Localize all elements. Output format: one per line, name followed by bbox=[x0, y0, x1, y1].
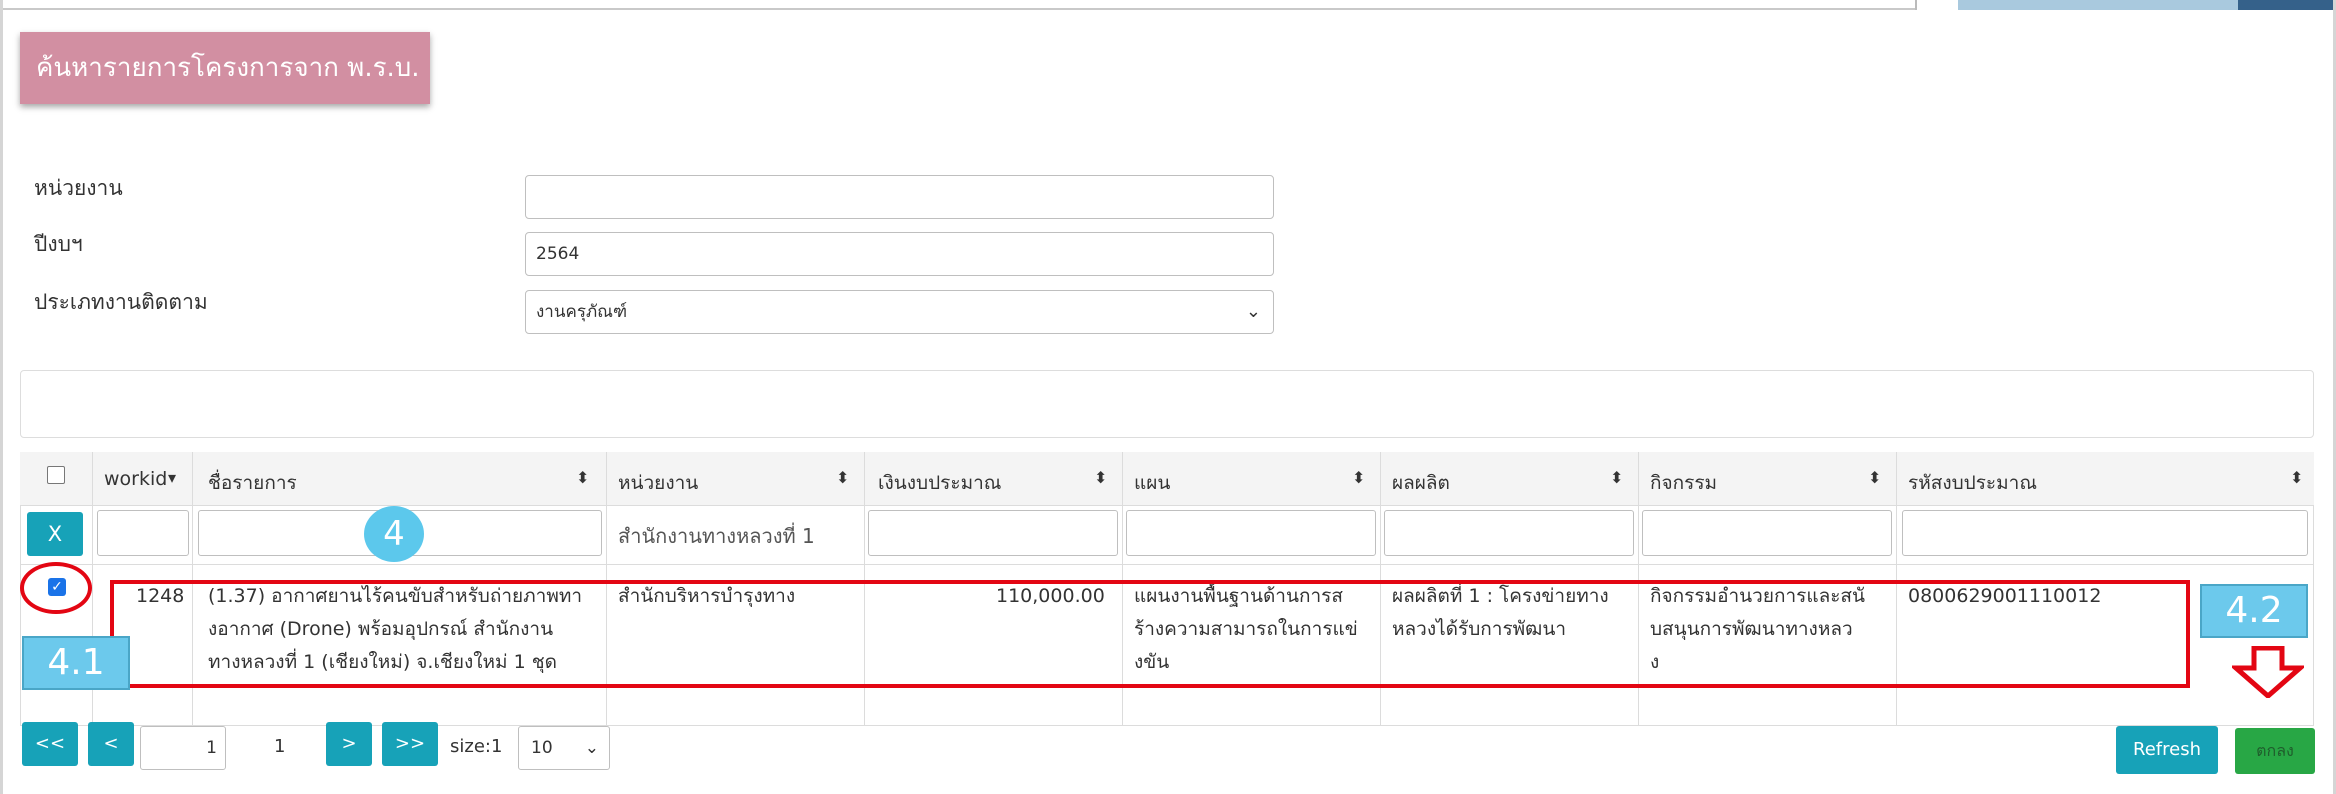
step-4-1-badge: 4.1 bbox=[22, 636, 130, 690]
top-right-divider bbox=[1915, 0, 1917, 10]
pager-next-button[interactable]: > bbox=[326, 722, 372, 766]
filter-plan-input[interactable] bbox=[1126, 510, 1376, 556]
sort-icon[interactable]: ⬍ bbox=[1868, 468, 1881, 487]
sort-icon[interactable]: ⬍ bbox=[1610, 468, 1623, 487]
arrow-down-icon bbox=[2232, 646, 2304, 698]
pager-first-button[interactable]: << bbox=[22, 722, 78, 766]
left-edge bbox=[0, 0, 3, 794]
header-plan[interactable]: แผน bbox=[1134, 468, 1170, 498]
pager-last-button[interactable]: >> bbox=[382, 722, 438, 766]
filter-unit-value: สำนักงานทางหลวงที่ 1 bbox=[618, 524, 815, 548]
header-budget[interactable]: เงินงบประมาณ bbox=[878, 468, 1001, 498]
filter-row-divider bbox=[20, 564, 2314, 565]
clear-filter-button[interactable]: X bbox=[27, 512, 83, 556]
chevron-down-icon: ⌄ bbox=[1245, 301, 1261, 322]
ok-button[interactable]: ตกลง bbox=[2235, 728, 2315, 774]
filter-budget-input[interactable] bbox=[868, 510, 1118, 556]
header-unit[interactable]: หน่วยงาน bbox=[618, 468, 698, 498]
highlight-row-box bbox=[110, 580, 2190, 688]
page-size-value: 10 bbox=[531, 738, 553, 758]
chevron-down-icon: ⌄ bbox=[584, 738, 599, 758]
pager-page-text: 1 bbox=[274, 736, 286, 757]
unit-input[interactable] bbox=[525, 175, 1274, 219]
step-4-bubble: 4 bbox=[364, 506, 424, 562]
header-budget-code[interactable]: รหัสงบประมาณ bbox=[1908, 468, 2037, 498]
sort-desc-icon[interactable]: ▾ bbox=[168, 468, 176, 487]
tracking-type-label: ประเภทงานติดตาม bbox=[34, 290, 208, 314]
sort-icon[interactable]: ⬍ bbox=[1094, 468, 1107, 487]
tracking-type-select[interactable]: งานครุภัณฑ์ ⌄ bbox=[525, 290, 1274, 334]
step-4-2-badge: 4.2 bbox=[2200, 584, 2308, 638]
filter-workid-input[interactable] bbox=[97, 510, 189, 556]
header-name[interactable]: ชื่อรายการ bbox=[208, 468, 297, 498]
filter-budget-code-input[interactable] bbox=[1902, 510, 2308, 556]
sort-icon[interactable]: ⬍ bbox=[576, 468, 589, 487]
refresh-button[interactable]: Refresh bbox=[2116, 726, 2218, 774]
page-size-select[interactable]: 10 ⌄ bbox=[518, 726, 610, 770]
unit-label: หน่วยงาน bbox=[34, 176, 123, 200]
sort-icon[interactable]: ⬍ bbox=[836, 468, 849, 487]
pager-size-label: size:1 bbox=[450, 736, 503, 757]
header-output[interactable]: ผลผลิต bbox=[1392, 468, 1450, 498]
page-title: ค้นหารายการโครงการจาก พ.ร.บ. bbox=[20, 32, 430, 104]
highlight-checkbox-circle bbox=[20, 562, 92, 614]
info-panel bbox=[20, 370, 2314, 438]
pager-prev-button[interactable]: < bbox=[88, 722, 134, 766]
top-border bbox=[0, 0, 1915, 10]
pager-page-input[interactable]: 1 bbox=[140, 726, 226, 770]
header-activity[interactable]: กิจกรรม bbox=[1650, 468, 1717, 498]
sort-icon[interactable]: ⬍ bbox=[2290, 468, 2303, 487]
tracking-type-value: งานครุภัณฑ์ bbox=[536, 302, 628, 322]
top-right-strip bbox=[1958, 0, 2238, 10]
fiscal-year-label: ปีงบฯ bbox=[34, 232, 83, 256]
select-all-checkbox[interactable] bbox=[47, 466, 65, 484]
filter-activity-input[interactable] bbox=[1642, 510, 1892, 556]
top-right-strip-dark bbox=[2238, 0, 2336, 10]
sort-icon[interactable]: ⬍ bbox=[1352, 468, 1365, 487]
header-workid[interactable]: workid bbox=[104, 468, 167, 490]
filter-output-input[interactable] bbox=[1384, 510, 1634, 556]
fiscal-year-input[interactable] bbox=[525, 232, 1274, 276]
